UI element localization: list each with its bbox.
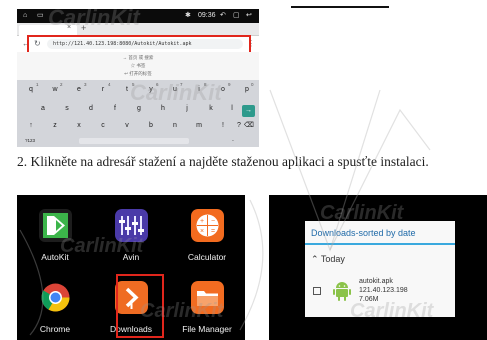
key-s[interactable]: s (57, 102, 77, 115)
file-checkbox[interactable] (313, 287, 321, 295)
key-b[interactable]: b (141, 119, 161, 132)
shift-key[interactable]: ↑ (21, 119, 41, 132)
downloads-highlight-box (116, 274, 164, 338)
app-label: Avin (122, 252, 140, 262)
downloads-panel: Downloads-sorted by date ⌃ Today autokit… (305, 221, 455, 317)
autokit-icon (39, 209, 72, 242)
close-tab-icon[interactable]: × (67, 24, 71, 31)
key-x[interactable]: x (69, 119, 89, 132)
svg-text:−: − (211, 218, 215, 225)
file-source: 121.40.123.198 (359, 287, 408, 294)
downloads-title: Downloads-sorted by date (305, 221, 455, 245)
android-icon (333, 282, 351, 301)
on-screen-keyboard: q w e r t y u i o p a s d f g h j k l → … (17, 80, 259, 147)
app-calculator[interactable]: + − × = Calculator (169, 199, 245, 271)
section-label: Today (320, 254, 345, 264)
key-g[interactable]: g (129, 102, 149, 115)
file-name: autokit.apk (359, 278, 393, 285)
back-arrow-icon[interactable]: ↩ (246, 11, 252, 21)
app-label: Chrome (39, 324, 71, 334)
hint-8: 8 (204, 82, 207, 87)
launcher-screenshot: AutoKit Avin + − × = Calculator Chrome D… (17, 195, 245, 340)
chrome-icon (41, 283, 70, 312)
suggestion-row[interactable]: ☆ 书签 (17, 63, 259, 69)
downloads-screenshot: Downloads-sorted by date ⌃ Today autokit… (269, 195, 487, 340)
key-c[interactable]: c (93, 119, 113, 132)
app-file-manager[interactable]: File Manager (169, 271, 245, 340)
bluetooth-icon: ✱ (185, 12, 191, 19)
new-tab-icon[interactable]: + (81, 23, 86, 33)
file-size: 7.06M (359, 296, 379, 303)
backspace-key[interactable]: ⌫ (239, 119, 259, 132)
back-nav-icon[interactable]: ↶ (220, 11, 226, 21)
key-period[interactable]: . (223, 133, 243, 146)
home-icon: ⌂ (23, 12, 28, 19)
equalizer-icon (115, 209, 148, 242)
svg-text:×: × (200, 228, 204, 235)
key-d[interactable]: d (81, 102, 101, 115)
svg-text:=: = (211, 228, 215, 235)
key-z[interactable]: z (45, 119, 65, 132)
hint-5: 5 (132, 82, 135, 87)
file-info[interactable]: autokit.apk 121.40.123.198 7.06M (359, 277, 408, 304)
key-n[interactable]: n (165, 119, 185, 132)
hint-7: 7 (180, 82, 183, 87)
calculator-icon: + − × = (191, 209, 224, 242)
enter-key[interactable]: → (242, 105, 255, 117)
app-avin[interactable]: Avin (93, 199, 169, 271)
browser-page: → 首页 或 搜索 ☆ 书签 ↩ 打开的标签 (17, 52, 259, 80)
app-label: AutoKit (41, 252, 69, 262)
key-a[interactable]: a (33, 102, 53, 115)
status-time: 09:36 (198, 12, 216, 19)
recents-icon[interactable]: ▢ (233, 11, 240, 21)
divider-line (291, 6, 389, 8)
hint-1: 1 (36, 82, 39, 87)
app-autokit[interactable]: AutoKit (17, 199, 93, 271)
key-f[interactable]: f (105, 102, 125, 115)
key-v[interactable]: v (117, 119, 137, 132)
usb-icon: ▭ (37, 12, 44, 19)
status-bar: ⌂ ▭ ✱ 09:36 ↶ ▢ ↩ (17, 9, 259, 23)
key-h[interactable]: h (153, 102, 173, 115)
symbols-key[interactable]: ?123 (19, 134, 41, 147)
hint-9: 9 (228, 82, 231, 87)
hint-4: 4 (108, 82, 111, 87)
suggestion-row[interactable]: ↩ 打开的标签 (17, 71, 259, 77)
hint-2: 2 (60, 82, 63, 87)
app-label: File Manager (182, 324, 232, 334)
key-l[interactable]: l (222, 102, 242, 115)
instruction-text: 2. Klikněte na adresář stažení a najděte… (17, 154, 429, 169)
app-label: Calculator (187, 252, 227, 262)
key-p[interactable]: p (237, 83, 257, 96)
app-chrome[interactable]: Chrome (17, 271, 93, 340)
folder-icon (191, 281, 224, 314)
chevron-up-icon: ⌃ (311, 254, 319, 264)
section-header-today[interactable]: ⌃ Today (311, 254, 345, 265)
hint-3: 3 (84, 82, 87, 87)
key-j[interactable]: j (177, 102, 197, 115)
browser-screenshot: ⌂ ▭ ✱ 09:36 ↶ ▢ ↩ × + ← ↻ http://121.40.… (17, 9, 259, 147)
hint-6: 6 (156, 82, 159, 87)
suggestion-row[interactable]: → 首页 或 搜索 (17, 55, 259, 61)
hint-0: 0 (251, 82, 254, 87)
space-bar[interactable] (79, 138, 189, 144)
key-m[interactable]: m (189, 119, 209, 132)
svg-text:+: + (200, 218, 204, 225)
key-k[interactable]: k (201, 102, 221, 115)
